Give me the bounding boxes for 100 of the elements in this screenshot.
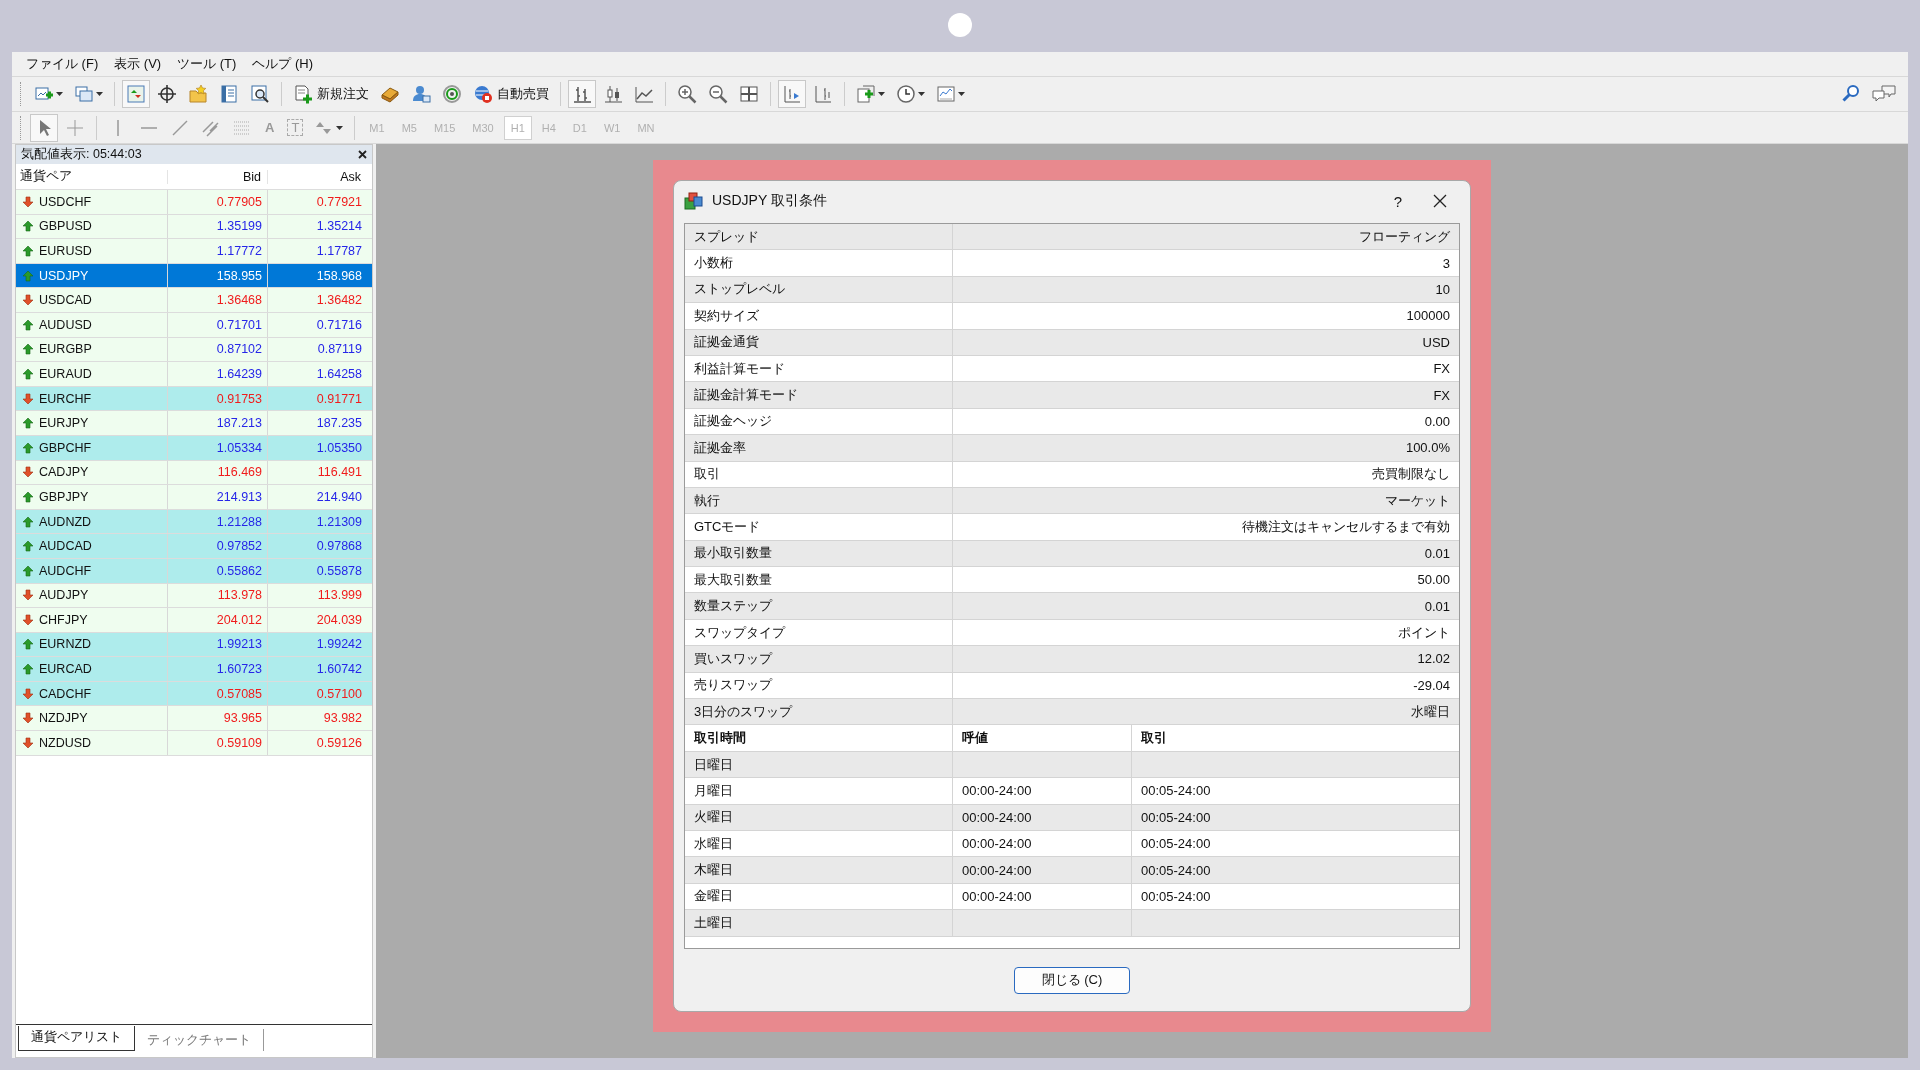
bid-price: 116.469 bbox=[167, 460, 267, 485]
signal-icon[interactable] bbox=[442, 84, 462, 104]
quote-row[interactable]: CADJPY 116.469 116.491 bbox=[16, 460, 372, 486]
auto-trading-button[interactable]: 自動売買 bbox=[469, 81, 553, 107]
column-header[interactable]: 通貨ペア bbox=[16, 168, 167, 185]
spec-value: ポイント bbox=[952, 619, 1459, 646]
quote-row[interactable]: GBPJPY 214.913 214.940 bbox=[16, 485, 372, 510]
ask-price: 113.999 bbox=[267, 583, 367, 608]
bid-price: 1.35199 bbox=[167, 214, 267, 239]
caret-icon[interactable] bbox=[918, 92, 925, 96]
quote-row[interactable]: NZDJPY 93.965 93.982 bbox=[16, 706, 372, 732]
bid-price: 0.77905 bbox=[167, 190, 267, 214]
spec-value: 売買制限なし bbox=[952, 461, 1459, 487]
spec-label: GTCモード bbox=[693, 518, 762, 536]
symbol-name: EURUSD bbox=[39, 244, 92, 258]
zoom-in-icon[interactable] bbox=[677, 84, 697, 104]
spec-label: 3日分のスワップ bbox=[693, 702, 794, 721]
caret-icon[interactable] bbox=[96, 92, 103, 96]
quote-row[interactable]: EURGBP 0.87102 0.87119 bbox=[16, 337, 372, 363]
spec-label: スプレッド bbox=[693, 227, 760, 246]
bid-price: 0.91753 bbox=[167, 386, 267, 411]
quote-row[interactable]: EURCHF 0.91753 0.91771 bbox=[16, 386, 372, 412]
candlestick-icon[interactable] bbox=[603, 84, 623, 104]
quote-row[interactable]: AUDUSD 0.71701 0.71716 bbox=[16, 312, 372, 338]
spec-value: 10 bbox=[952, 276, 1459, 303]
quote-row[interactable]: EURUSD 1.17772 1.17787 bbox=[16, 239, 372, 264]
spec-label: ストップレベル bbox=[693, 280, 786, 299]
quote-row[interactable]: USDJPY 158.955 158.968 bbox=[16, 263, 372, 289]
quote-row[interactable]: AUDJPY 113.978 113.999 bbox=[16, 583, 372, 609]
autoscroll-icon[interactable] bbox=[782, 84, 802, 104]
bar-chart-icon[interactable] bbox=[572, 84, 592, 104]
quote-row[interactable]: USDCHF 0.77905 0.77921 bbox=[16, 190, 372, 215]
symbol-name: CADCHF bbox=[39, 686, 92, 701]
column-header[interactable]: Bid bbox=[167, 169, 267, 184]
spec-label: 小数桁 bbox=[693, 254, 734, 273]
caret-icon[interactable] bbox=[878, 92, 885, 96]
symbol-name: USDJPY bbox=[39, 268, 89, 283]
close-button[interactable]: 閉じる (C) bbox=[1014, 966, 1130, 994]
ask-price: 214.940 bbox=[267, 485, 367, 509]
spec-label: 取引 bbox=[693, 465, 721, 484]
panel-tab[interactable]: ティックチャート bbox=[135, 1029, 264, 1051]
quote-row[interactable]: AUDCHF 0.55862 0.55878 bbox=[16, 558, 372, 584]
spec-value: -29.04 bbox=[952, 672, 1459, 699]
quote-row[interactable]: AUDNZD 1.21288 1.21309 bbox=[16, 509, 372, 535]
close-icon[interactable] bbox=[358, 150, 367, 159]
caret-icon[interactable] bbox=[958, 92, 965, 96]
help-button[interactable]: ? bbox=[1371, 192, 1424, 210]
zoom-out-icon[interactable] bbox=[708, 84, 728, 104]
grid-icon[interactable] bbox=[739, 84, 759, 104]
spec-value: フローティング bbox=[952, 224, 1459, 250]
symbol-name: AUDJPY bbox=[39, 588, 89, 603]
menu-item[interactable]: ヘルプ (H) bbox=[246, 53, 320, 75]
bid-price: 214.913 bbox=[167, 485, 267, 509]
chat-icon[interactable] bbox=[1872, 84, 1896, 104]
clock-icon[interactable] bbox=[896, 84, 916, 104]
day-name: 月曜日 bbox=[693, 781, 734, 800]
symbol-name: USDCHF bbox=[39, 194, 92, 209]
ask-price: 1.99242 bbox=[267, 632, 367, 657]
quote-row[interactable]: CHFJPY 204.012 204.039 bbox=[16, 608, 372, 633]
quote-row[interactable]: GBPUSD 1.35199 1.35214 bbox=[16, 214, 372, 240]
panel-tab[interactable]: 通貨ペアリスト bbox=[18, 1026, 135, 1051]
menu-item[interactable]: 表示 (V) bbox=[108, 53, 168, 75]
spec-label: 執行 bbox=[693, 491, 721, 510]
ask-price: 0.55878 bbox=[267, 558, 367, 583]
quote-row[interactable]: AUDCAD 0.97852 0.97868 bbox=[16, 534, 372, 559]
close-icon[interactable] bbox=[1432, 193, 1448, 209]
ask-price: 116.491 bbox=[267, 460, 367, 485]
spec-value: 50.00 bbox=[952, 567, 1459, 593]
trade-hours: 00:05-24:00 bbox=[1141, 836, 1211, 852]
quote-hours: 00:00-24:00 bbox=[962, 836, 1032, 852]
column-header[interactable]: Ask bbox=[267, 169, 367, 184]
quote-row[interactable]: EURNZD 1.99213 1.99242 bbox=[16, 632, 372, 658]
menu-item[interactable]: ツール (T) bbox=[171, 53, 243, 75]
menu-item[interactable]: ファイル (F) bbox=[20, 53, 105, 75]
person-icon[interactable] bbox=[411, 84, 431, 104]
new-order-button[interactable]: 新規注文 bbox=[289, 81, 373, 107]
caret-icon[interactable] bbox=[56, 92, 63, 96]
quote-row[interactable]: NZDUSD 0.59109 0.59126 bbox=[16, 731, 372, 756]
ask-price: 0.71716 bbox=[267, 312, 367, 337]
spec-label: 最大取引数量 bbox=[693, 570, 773, 589]
quote-row[interactable]: EURAUD 1.64239 1.64258 bbox=[16, 362, 372, 387]
spec-value: 3 bbox=[952, 250, 1459, 276]
quote-hours: 00:00-24:00 bbox=[962, 888, 1032, 904]
window-magnifier-icon[interactable] bbox=[250, 84, 270, 104]
quote-row[interactable]: EURCAD 1.60723 1.60742 bbox=[16, 657, 372, 682]
symbol-name: EURGBP bbox=[39, 342, 92, 357]
quote-row[interactable]: EURJPY 187.213 187.235 bbox=[16, 411, 372, 436]
indicator-plus-icon[interactable] bbox=[856, 84, 876, 104]
folder-star-icon[interactable] bbox=[188, 84, 208, 104]
search-icon[interactable] bbox=[1841, 84, 1861, 104]
quote-window-icon[interactable] bbox=[126, 84, 146, 104]
bid-price: 1.17772 bbox=[167, 239, 267, 263]
terminal-window-icon[interactable] bbox=[219, 84, 239, 104]
quote-row[interactable]: CADCHF 0.57085 0.57100 bbox=[16, 681, 372, 707]
trend-line-icon[interactable] bbox=[170, 117, 190, 138]
quote-row[interactable]: USDCAD 1.36468 1.36482 bbox=[16, 288, 372, 313]
line-chart-icon[interactable] bbox=[634, 84, 654, 104]
crosshair-icon[interactable] bbox=[157, 84, 177, 104]
quote-row[interactable]: GBPCHF 1.05334 1.05350 bbox=[16, 435, 372, 461]
caret-icon[interactable] bbox=[336, 125, 344, 130]
